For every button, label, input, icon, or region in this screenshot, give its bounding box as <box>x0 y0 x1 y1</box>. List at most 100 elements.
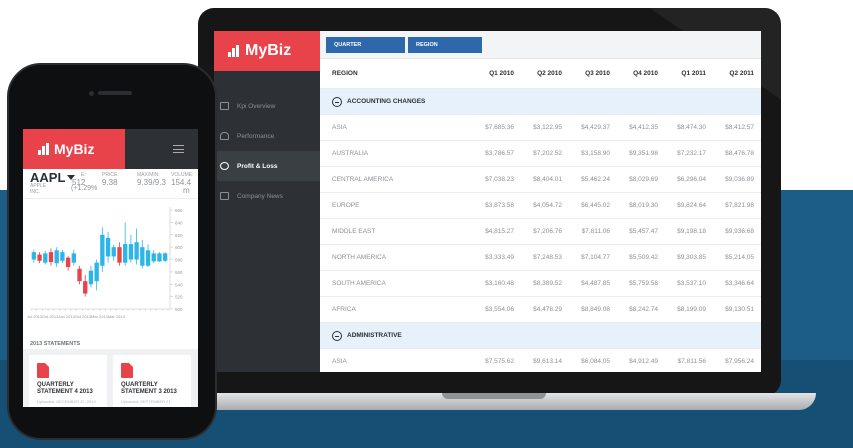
statements-title: 2013 STATEMENTS <box>30 341 81 347</box>
mobile-logo-text: MyBiz <box>54 141 95 157</box>
sidebar-item-profit-loss[interactable]: Profit & Loss <box>214 151 320 181</box>
value-cell: $5,457.47 <box>629 228 658 235</box>
value-cell: $7,038.23 <box>485 176 514 183</box>
table-row[interactable]: AFRICA $3,554.06 $4,478.29 $8,849.08 $8,242.… <box>320 297 761 323</box>
table-row[interactable]: EUROPE $3,873.58 $4,054.72 $6,445.02 $8,019.… <box>320 193 761 219</box>
value-cell: $5,509.42 <box>629 254 658 261</box>
y-tick-label: 540 <box>175 282 183 287</box>
value-cell: $3,333.49 <box>485 254 514 261</box>
region-button[interactable]: REGION <box>408 37 482 53</box>
sidebar-item-label: Kpi Overview <box>237 102 276 110</box>
stock-chart: 660 640 620 600 580 560 540 520 500 Jul 2013Oct 2… <box>27 207 183 319</box>
phone-speaker <box>98 91 132 95</box>
mobile-app: MyBiz AAPL APPLE INC. E: 512 (+1.29% PRI… <box>23 129 198 407</box>
candle-body <box>100 234 105 266</box>
section-row[interactable]: ACCOUNTING CHANGES <box>320 89 761 115</box>
table-row[interactable]: AUSTRALIA $3,786.57 $7,202.52 $3,158.90 $9,3… <box>320 141 761 167</box>
column-header[interactable]: Q4 2010 <box>614 70 662 77</box>
monitor-icon <box>220 102 229 110</box>
sidebar: MyBiz Kpi Overview Performance Profit & … <box>214 31 320 372</box>
price-value-2: 9.38 <box>102 178 118 187</box>
candle-body <box>83 281 88 294</box>
value-cell: $8,029.69 <box>629 176 658 183</box>
max-min-value: 9.39/9.3 <box>137 178 166 187</box>
candle-body <box>37 254 42 261</box>
column-header[interactable]: Q1 2010 <box>470 70 518 77</box>
menu-button[interactable] <box>125 129 198 169</box>
candle-body <box>151 253 156 262</box>
value-cell: $3,786.57 <box>485 150 514 157</box>
value-cell: $4,487.85 <box>581 280 610 287</box>
value-cell: $3,122.95 <box>533 124 562 131</box>
value-cell: $3,346.64 <box>725 280 754 287</box>
statement-uploaded: Uploaded: DECEMBER 22, 2013 <box>37 399 96 404</box>
section-label: ACCOUNTING CHANGES <box>347 98 426 105</box>
value-cell: $7,104.77 <box>581 254 610 261</box>
value-cell: $8,474.30 <box>677 124 706 131</box>
value-cell: $8,412.57 <box>725 124 754 131</box>
candle-body <box>77 268 82 282</box>
value-cell: $3,158.90 <box>581 150 610 157</box>
column-header-region[interactable]: REGION <box>320 70 470 77</box>
value-cell: $7,202.52 <box>533 150 562 157</box>
candle-body <box>157 253 162 262</box>
table-row[interactable]: NORTH AMERICA $3,333.49 $7,248.53 $7,104.77… <box>320 245 761 271</box>
sidebar-item-kpi-overview[interactable]: Kpi Overview <box>214 91 320 121</box>
sidebar-item-company-news[interactable]: Company News <box>214 181 320 211</box>
candle-body <box>54 250 59 264</box>
price-change: (+1.29% <box>71 185 98 192</box>
value-cell: $7,811.06 <box>581 228 610 235</box>
logo-bars-icon <box>38 143 49 155</box>
candle-body <box>128 244 134 260</box>
hamburger-icon <box>173 145 184 153</box>
region-cell: AUSTRALIA <box>332 150 369 157</box>
section-row[interactable]: ADMINISTRATIVE <box>320 323 761 349</box>
value-cell: $3,873.58 <box>485 202 514 209</box>
candle-body <box>145 250 151 266</box>
table-row[interactable]: ASIA $7,575.62 $9,613.14 $6,084.05 $4,912.49… <box>320 349 761 372</box>
candle-body <box>88 270 94 285</box>
desktop-app: MyBiz Kpi Overview Performance Profit & … <box>214 31 761 372</box>
column-header[interactable]: Q3 2010 <box>566 70 614 77</box>
table-row[interactable]: MIDDLE EAST $4,815.27 $7,206.76 $7,811.06 $5… <box>320 219 761 245</box>
newspaper-icon <box>220 192 229 200</box>
users-icon <box>220 132 229 140</box>
y-tick-label: 640 <box>175 220 183 225</box>
value-cell: $4,912.49 <box>629 358 658 365</box>
table-row[interactable]: SOUTH AMERICA $3,160.48 $8,389.52 $4,487.85… <box>320 271 761 297</box>
statement-card-q4[interactable]: QUARTERLY STATEMENT 4 2013 Uploaded: DEC… <box>29 355 107 407</box>
column-header[interactable]: Q1 2011 <box>662 70 710 77</box>
profit-loss-table: REGION Q1 2010 Q2 2010 Q3 2010 Q4 2010 Q1 201… <box>320 59 761 372</box>
mobile-logo[interactable]: MyBiz <box>23 129 125 169</box>
phone-camera <box>89 91 94 96</box>
region-cell: ASIA <box>332 358 347 365</box>
sidebar-item-performance[interactable]: Performance <box>214 121 320 151</box>
statement-title-line-1: QUARTERLY <box>37 382 74 388</box>
column-header[interactable]: Q2 2010 <box>518 70 566 77</box>
x-axis-labels: Jul 2013Oct 2013Jan 2014Oct 2013Mar 2014… <box>27 314 126 319</box>
desktop-logo[interactable]: MyBiz <box>214 31 320 71</box>
collapse-icon[interactable] <box>332 96 342 107</box>
desktop-logo-text: MyBiz <box>245 42 292 59</box>
company-name-line-2: INC. <box>30 189 40 195</box>
column-header[interactable]: Q2 2011 <box>710 70 758 77</box>
table-row[interactable]: ASIA $7,685.36 $3,122.95 $4,429.37 $4,412.35… <box>320 115 761 141</box>
value-cell: $9,198.18 <box>677 228 706 235</box>
y-tick-label: 620 <box>175 233 183 238</box>
candle-body <box>94 262 99 282</box>
value-cell: $9,936.68 <box>725 228 754 235</box>
candle-body <box>134 242 139 260</box>
value-cell: $4,478.29 <box>533 306 562 313</box>
collapse-icon[interactable] <box>332 330 342 341</box>
volume-unit: m <box>183 186 190 195</box>
value-cell: $8,199.09 <box>677 306 706 313</box>
value-cell: $5,214.05 <box>725 254 754 261</box>
value-cell: $5,759.58 <box>629 280 658 287</box>
value-cell: $3,160.48 <box>485 280 514 287</box>
table-row[interactable]: CENTRAL AMERICA $7,038.23 $8,404.01 $5,462.… <box>320 167 761 193</box>
candle-body <box>65 257 71 267</box>
y-tick-label: 580 <box>175 258 183 263</box>
y-tick-label: 560 <box>175 270 183 275</box>
quarter-button[interactable]: QUARTER <box>326 37 405 53</box>
statement-card-q3[interactable]: QUARTERLY STATEMENT 3 2013 Uploaded: SEP… <box>113 355 191 407</box>
